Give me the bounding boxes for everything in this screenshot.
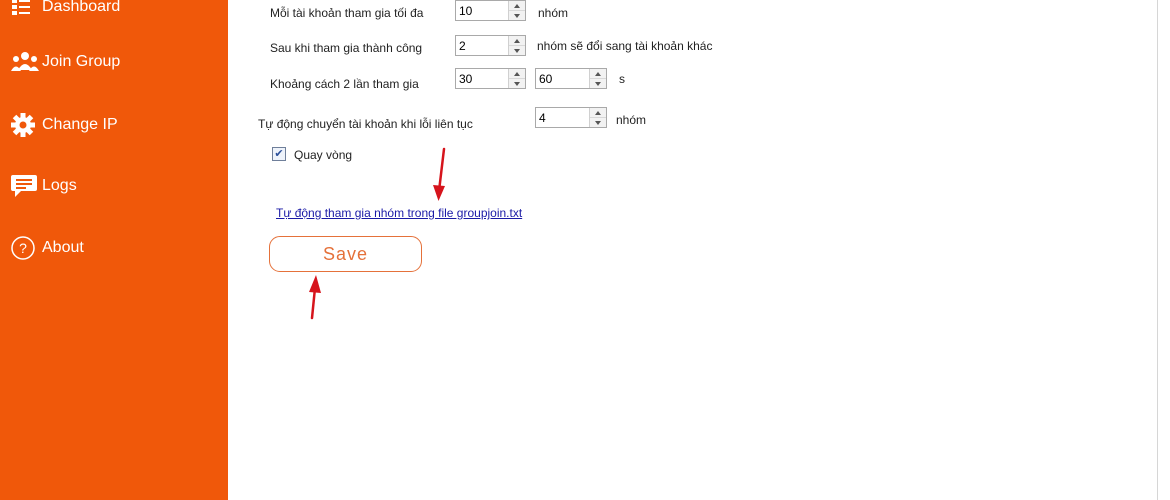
interval-unit: s [619, 72, 625, 86]
spin-up-button[interactable] [590, 69, 606, 79]
svg-text:?: ? [19, 240, 27, 256]
switch-after-stepper[interactable]: 2 [455, 35, 526, 56]
annotation-arrow-up [309, 275, 321, 320]
sidebar-item-label: About [42, 239, 84, 256]
interval-min-value: 30 [459, 72, 473, 86]
switch-after-label: Sau khi tham gia thành công [270, 41, 423, 55]
group-icon [10, 48, 40, 76]
spin-up-button[interactable] [509, 1, 525, 11]
auto-switch-label: Tự động chuyển tài khoản khi lỗi liên tụ… [258, 117, 473, 131]
annotation-arrow-down [433, 147, 446, 201]
sidebar-item-label: Change IP [42, 116, 118, 133]
sidebar-item-label: Logs [42, 177, 77, 194]
max-groups-label: Mỗi tài khoản tham gia tối đa [270, 6, 424, 20]
sidebar-item-logs[interactable]: Logs [10, 170, 77, 202]
spin-up-button[interactable] [590, 108, 606, 118]
sidebar: Dashboard Join Group Change IP Logs ? Ab… [0, 0, 228, 500]
sidebar-item-label: Dashboard [42, 0, 121, 15]
interval-label: Khoảng cách 2 lần tham gia [270, 77, 419, 91]
loop-label: Quay vòng [294, 148, 353, 162]
max-groups-value: 10 [459, 4, 473, 18]
help-icon: ? [10, 234, 40, 262]
spin-down-button[interactable] [590, 118, 606, 127]
loop-checkbox[interactable]: ✔ [272, 147, 286, 161]
save-button[interactable]: Save [269, 236, 422, 272]
interval-max-stepper[interactable]: 60 [535, 68, 607, 89]
spin-down-button[interactable] [509, 79, 525, 88]
sidebar-item-change-ip[interactable]: Change IP [10, 109, 118, 141]
auto-switch-unit: nhóm [616, 113, 647, 127]
auto-switch-stepper[interactable]: 4 [535, 107, 607, 128]
interval-max-value: 60 [539, 72, 553, 86]
sidebar-item-dashboard[interactable]: Dashboard [10, 0, 120, 23]
groupjoin-link[interactable]: Tự động tham gia nhóm trong file groupjo… [276, 206, 522, 220]
max-groups-unit: nhóm [538, 6, 569, 20]
sidebar-item-join-group[interactable]: Join Group [10, 46, 120, 78]
gear-icon [10, 111, 40, 139]
spin-up-button[interactable] [509, 36, 525, 46]
switch-after-value: 2 [459, 39, 466, 53]
spin-down-button[interactable] [590, 79, 606, 88]
auto-switch-value: 4 [539, 111, 546, 125]
sidebar-item-about[interactable]: ? About [10, 232, 84, 264]
sidebar-item-label: Join Group [42, 53, 121, 70]
interval-min-stepper[interactable]: 30 [455, 68, 526, 89]
spin-up-button[interactable] [509, 69, 525, 79]
chat-icon [10, 172, 40, 200]
save-button-label: Save [322, 243, 369, 264]
spin-down-button[interactable] [509, 46, 525, 55]
spin-down-button[interactable] [509, 11, 525, 20]
switch-after-suffix: nhóm sẽ đổi sang tài khoản khác [537, 39, 713, 53]
dashboard-icon [10, 0, 40, 21]
max-groups-stepper[interactable]: 10 [455, 0, 526, 21]
window-border [1157, 0, 1158, 500]
